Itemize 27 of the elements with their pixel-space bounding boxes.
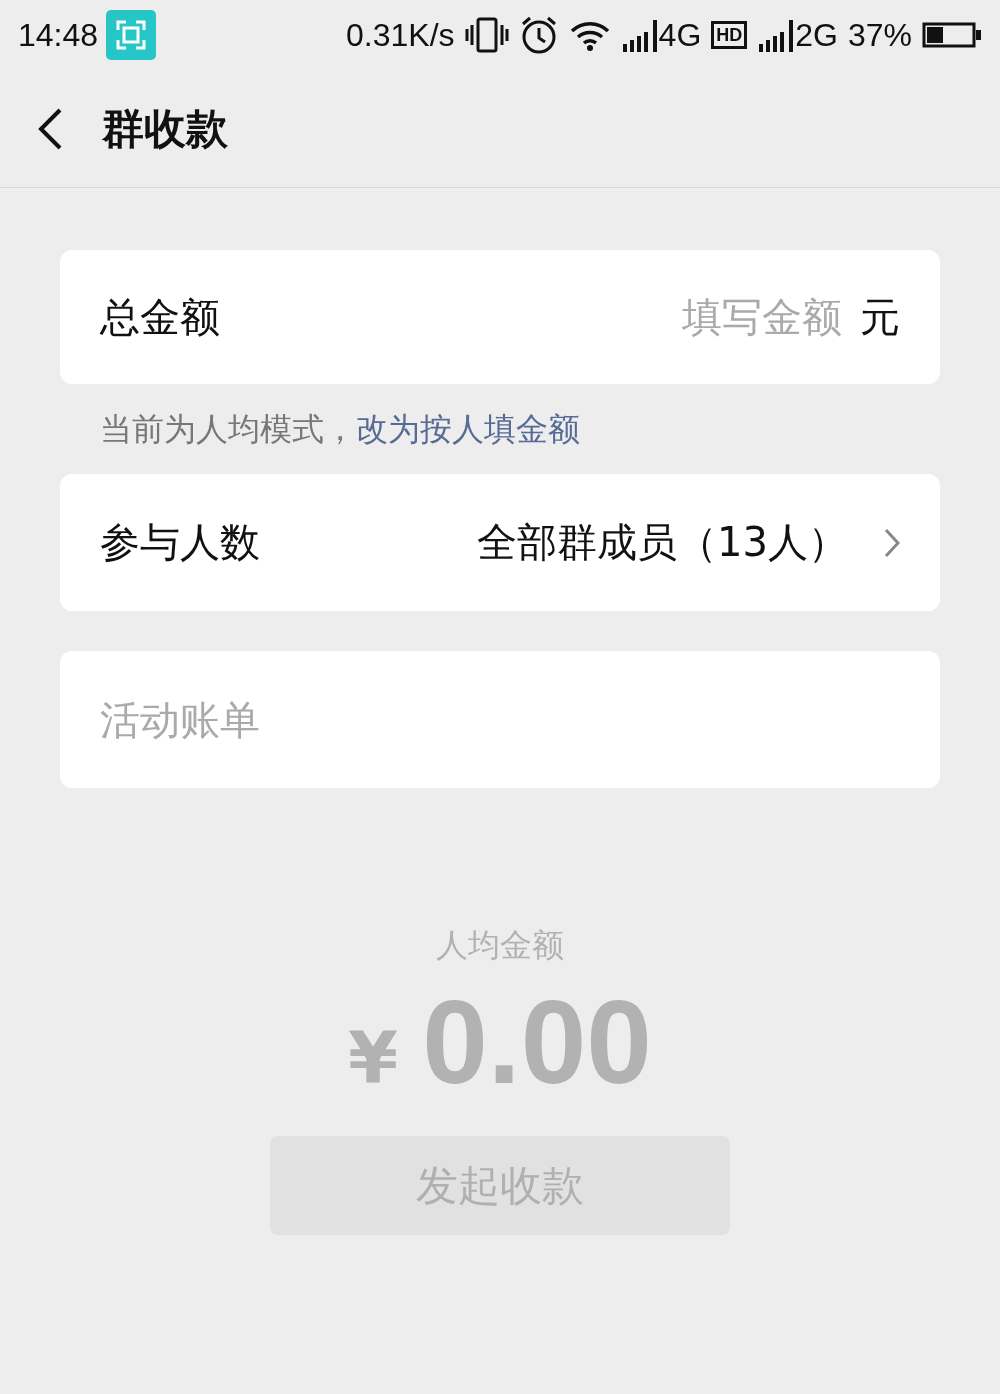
currency-symbol: ¥ — [348, 1016, 399, 1100]
bill-input-field[interactable]: 活动账单 — [60, 651, 940, 788]
per-person-amount: 0.00 — [422, 975, 652, 1110]
network-speed: 0.31K/s — [346, 16, 455, 54]
participants-row[interactable]: 参与人数 全部群成员（13人） — [60, 474, 940, 611]
clock-time: 14:48 — [18, 16, 99, 54]
vibrate-icon — [464, 17, 509, 53]
page-title: 群收款 — [102, 102, 228, 155]
signal-icon — [757, 18, 796, 52]
network-type: 4G — [658, 16, 702, 54]
field-label: 参与人数 — [100, 518, 261, 567]
back-icon[interactable] — [36, 106, 64, 151]
hd-badge: HD — [711, 21, 748, 49]
bill-text-input[interactable]: 活动账单 — [100, 696, 900, 743]
wifi-icon — [568, 19, 611, 51]
signal-icon — [620, 18, 659, 52]
field-label: 总金额 — [100, 292, 221, 342]
battery-percentage: 37% — [847, 16, 912, 54]
chevron-right-icon — [884, 527, 900, 558]
network-type: 2G — [795, 16, 838, 54]
unit-label: 元 — [860, 292, 900, 342]
participants-value: 全部群成员（13人） — [477, 518, 848, 567]
battery-icon — [922, 22, 982, 48]
switch-mode-link[interactable]: 改为按人填金额 — [356, 408, 580, 452]
mode-note: 当前为人均模式， — [100, 409, 356, 450]
per-person-label: 人均金额 — [435, 925, 565, 966]
amount-input-field[interactable]: 填写金额 — [662, 294, 842, 340]
